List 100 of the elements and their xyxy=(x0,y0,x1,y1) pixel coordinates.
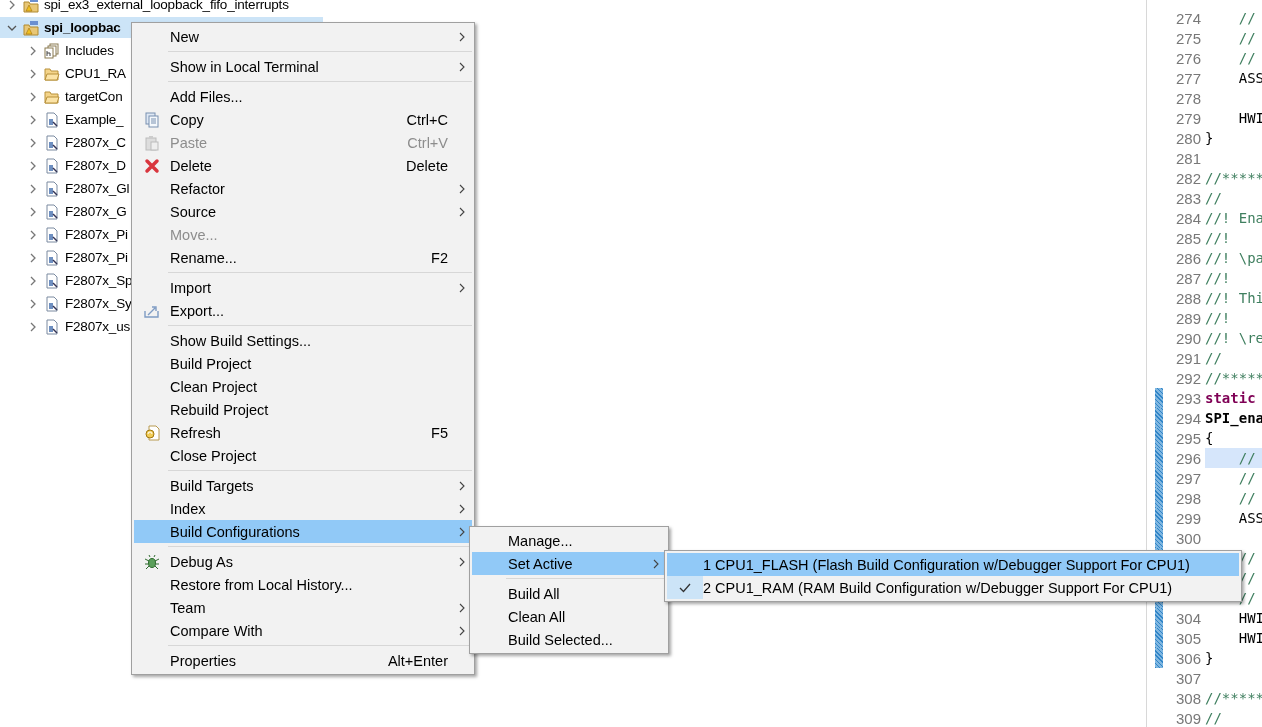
menu-item[interactable]: Build Project xyxy=(134,352,472,375)
line-number: 289 xyxy=(1174,309,1202,327)
line-number: 280 xyxy=(1174,129,1202,147)
tree-item[interactable]: Example_ xyxy=(65,111,124,128)
source-file-icon xyxy=(44,111,60,128)
tree-item[interactable]: F2807x_Sy xyxy=(65,295,132,312)
menu-item[interactable]: Close Project xyxy=(134,444,472,467)
menu-item[interactable]: 1 CPU1_FLASH (Flash Build Configuration w/Debugger Support For CPU1) xyxy=(667,553,1239,576)
code-line: // xyxy=(1237,49,1257,68)
line-number: 275 xyxy=(1174,29,1202,47)
line-number: 276 xyxy=(1174,49,1202,67)
code-line: { xyxy=(1205,429,1215,448)
code-line: //***** xyxy=(1205,689,1262,708)
menu-item[interactable]: Properties Alt+Enter xyxy=(134,649,472,672)
tree-item[interactable]: spi_loopbac xyxy=(44,19,121,36)
tree-item[interactable]: targetCon xyxy=(65,88,123,105)
folder-icon xyxy=(44,88,60,105)
line-number: 308 xyxy=(1174,689,1202,707)
code-line: //***** xyxy=(1205,369,1262,388)
shortcut-label: Alt+Enter xyxy=(387,652,448,669)
menu-item[interactable]: Add Files... xyxy=(134,85,472,108)
source-file-icon xyxy=(44,203,60,220)
code-line: } xyxy=(1205,649,1215,668)
tree-item[interactable]: F2807x_C xyxy=(65,134,126,151)
tree-item[interactable]: F2807x_us xyxy=(65,318,130,335)
project-icon xyxy=(23,19,39,36)
menu-item[interactable]: Restore from Local History... xyxy=(134,573,472,596)
line-number: 296 xyxy=(1174,449,1202,467)
project-icon xyxy=(23,0,39,13)
menu-item[interactable]: Show in Local Terminal xyxy=(134,55,472,78)
menu-item[interactable]: Rename... F2 xyxy=(134,246,472,269)
line-number: 274 xyxy=(1174,9,1202,27)
line-number: 305 xyxy=(1174,629,1202,647)
line-number: 294 xyxy=(1174,409,1202,427)
code-line: // xyxy=(1237,489,1257,508)
source-file-icon xyxy=(44,272,60,289)
line-number: 285 xyxy=(1174,229,1202,247)
line-number: 277 xyxy=(1174,69,1202,87)
menu-item[interactable]: Refactor xyxy=(134,177,472,200)
code-line: //! xyxy=(1205,269,1232,288)
tree-item[interactable]: Includes xyxy=(65,42,114,59)
clipboard-icon xyxy=(144,134,160,151)
menu-item[interactable]: Copy Ctrl+C xyxy=(134,108,472,131)
code-line: HWI xyxy=(1237,629,1262,648)
line-number: 278 xyxy=(1174,89,1202,107)
line-number: 290 xyxy=(1174,329,1202,347)
menu-item[interactable]: Set Active xyxy=(472,552,666,575)
menu-item[interactable]: Source xyxy=(134,200,472,223)
tree-item[interactable]: F2807x_Sp xyxy=(65,272,133,289)
menu-item[interactable]: Compare With xyxy=(134,619,472,642)
menu-item[interactable]: Delete Delete xyxy=(134,154,472,177)
menu-item[interactable]: New xyxy=(134,25,472,48)
source-file-icon xyxy=(44,180,60,197)
line-number: 298 xyxy=(1174,489,1202,507)
line-number: 299 xyxy=(1174,509,1202,527)
tree-item[interactable]: F2807x_Pi xyxy=(65,226,128,243)
shortcut-label: Ctrl+V xyxy=(407,134,448,151)
line-number: 306 xyxy=(1174,649,1202,667)
menu-item[interactable]: Build Targets xyxy=(134,474,472,497)
menu-item[interactable]: Manage... xyxy=(472,529,666,552)
tree-item[interactable]: spi_ex3_external_loopback_fifo_interrupts xyxy=(44,0,289,13)
menu-item[interactable]: Clean Project xyxy=(134,375,472,398)
menu-item[interactable]: 2 CPU1_RAM (RAM Build Configuration w/Debugger Support For CPU1) xyxy=(667,576,1239,599)
source-file-icon xyxy=(44,249,60,266)
menu-item[interactable]: Refresh F5 xyxy=(134,421,472,444)
code-line: //! xyxy=(1205,229,1232,248)
menu-item[interactable]: Rebuild Project xyxy=(134,398,472,421)
includes-icon xyxy=(44,42,60,59)
menu-item[interactable]: Import xyxy=(134,276,472,299)
source-file-icon xyxy=(44,157,60,174)
menu-item[interactable]: Team xyxy=(134,596,472,619)
line-number: 300 xyxy=(1174,529,1202,547)
tree-item[interactable]: F2807x_G xyxy=(65,203,127,220)
menu-item[interactable]: Index xyxy=(134,497,472,520)
menu-item[interactable]: Clean All xyxy=(472,605,666,628)
source-file-icon xyxy=(44,295,60,312)
source-file-icon xyxy=(44,226,60,243)
line-number: 292 xyxy=(1174,369,1202,387)
delete-icon xyxy=(144,157,160,174)
line-number: 297 xyxy=(1174,469,1202,487)
code-line: } xyxy=(1205,129,1215,148)
line-number: 287 xyxy=(1174,269,1202,287)
menu-item[interactable]: Build Configurations xyxy=(134,520,472,543)
tree-item[interactable]: F2807x_D xyxy=(65,157,126,174)
line-number: 283 xyxy=(1174,189,1202,207)
code-line: // xyxy=(1205,349,1223,368)
menu-item[interactable]: Export... xyxy=(134,299,472,322)
shortcut-label: Ctrl+C xyxy=(406,111,448,128)
menu-item[interactable]: Build All xyxy=(472,582,666,605)
menu-item[interactable]: Debug As xyxy=(134,550,472,573)
line-number: 304 xyxy=(1174,609,1202,627)
tree-item[interactable]: F2807x_Gl xyxy=(65,180,130,197)
code-line: //! Ena xyxy=(1205,209,1262,228)
tree-item[interactable]: F2807x_Pi xyxy=(65,249,128,266)
menu-item[interactable]: Build Selected... xyxy=(472,628,666,651)
menu-item[interactable]: Show Build Settings... xyxy=(134,329,472,352)
line-number: 281 xyxy=(1174,149,1202,167)
tree-item[interactable]: CPU1_RA xyxy=(65,65,126,82)
code-line: //! \pa xyxy=(1205,249,1262,268)
line-number: 284 xyxy=(1174,209,1202,227)
